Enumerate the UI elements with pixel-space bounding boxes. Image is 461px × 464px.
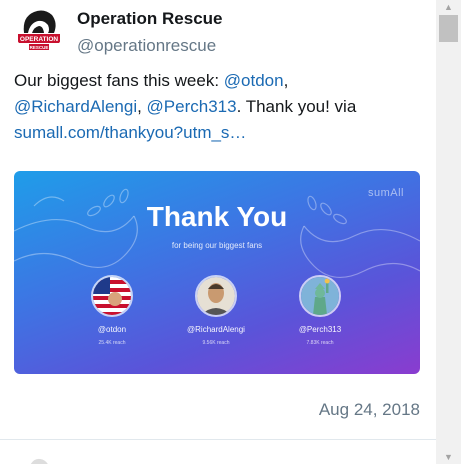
brand-watermark: sumAll — [367, 187, 404, 199]
fan-reach: 7.83K reach — [306, 340, 334, 346]
tweet-text: Our biggest fans this week: @otdon, @Ric… — [14, 68, 424, 146]
tweet-text-intro: Our biggest fans this week: — [14, 71, 224, 90]
thank-you-subtitle: for being our biggest fans — [171, 241, 263, 250]
tweet-text-separator: , — [283, 71, 289, 90]
svg-text:OPERATION: OPERATION — [20, 36, 58, 43]
tweet-link[interactable]: sumall.com/thankyou?utm_s… — [14, 123, 246, 142]
next-tweet-avatar[interactable] — [26, 456, 52, 464]
partial-avatar-icon — [30, 458, 48, 464]
tweet-divider — [0, 439, 436, 440]
fan-card: @Perch313 7.83K reach — [270, 275, 370, 346]
fan-avatar — [299, 275, 341, 317]
statue-of-liberty-avatar-icon — [301, 277, 339, 315]
fan-card: @otdon 25.4K reach — [62, 275, 162, 346]
thank-you-heading: Thank You — [146, 201, 288, 232]
scroll-down-button[interactable]: ▼ — [436, 450, 461, 464]
scrollbar-thumb[interactable] — [439, 15, 458, 42]
timeline-feed: OPERATION RESCUE Operation Rescue @opera… — [0, 0, 436, 464]
scroll-up-button[interactable]: ▲ — [436, 0, 461, 14]
fan-name: @otdon — [97, 325, 127, 334]
fan-avatar — [195, 275, 237, 317]
vertical-scrollbar[interactable]: ▲ ▼ — [436, 0, 461, 464]
operation-rescue-logo: OPERATION RESCUE — [14, 3, 64, 53]
flag-avatar-icon — [93, 277, 131, 315]
tweet-text-separator: , — [137, 97, 147, 116]
person-avatar-icon — [197, 277, 235, 315]
fan-reach: 25.4K reach — [98, 340, 126, 346]
mention-otdon[interactable]: @otdon — [224, 71, 284, 90]
mention-richardalengi[interactable]: @RichardAlengi — [14, 97, 137, 116]
fan-name: @RichardAlengi — [187, 325, 245, 334]
fan-card: @RichardAlengi 9.56K reach — [166, 275, 266, 346]
fan-reach: 9.56K reach — [202, 340, 230, 346]
triangle-down-icon: ▼ — [444, 452, 453, 462]
profile-avatar[interactable]: OPERATION RESCUE — [14, 3, 64, 53]
mention-perch313[interactable]: @Perch313 — [147, 97, 237, 116]
user-handle[interactable]: @operationrescue — [77, 36, 216, 56]
fan-name: @Perch313 — [298, 325, 342, 334]
triangle-up-icon: ▲ — [444, 2, 453, 12]
tweet-card[interactable]: OPERATION RESCUE Operation Rescue @opera… — [0, 0, 436, 438]
display-name[interactable]: Operation Rescue — [77, 9, 223, 29]
tweet-text-outro: . Thank you! via — [236, 97, 357, 116]
fan-avatar — [91, 275, 133, 317]
tweet-media-image[interactable]: sumAll Thank You for being our biggest f… — [14, 171, 420, 374]
tweet-timestamp[interactable]: Aug 24, 2018 — [319, 400, 420, 420]
svg-text:RESCUE: RESCUE — [30, 45, 49, 50]
